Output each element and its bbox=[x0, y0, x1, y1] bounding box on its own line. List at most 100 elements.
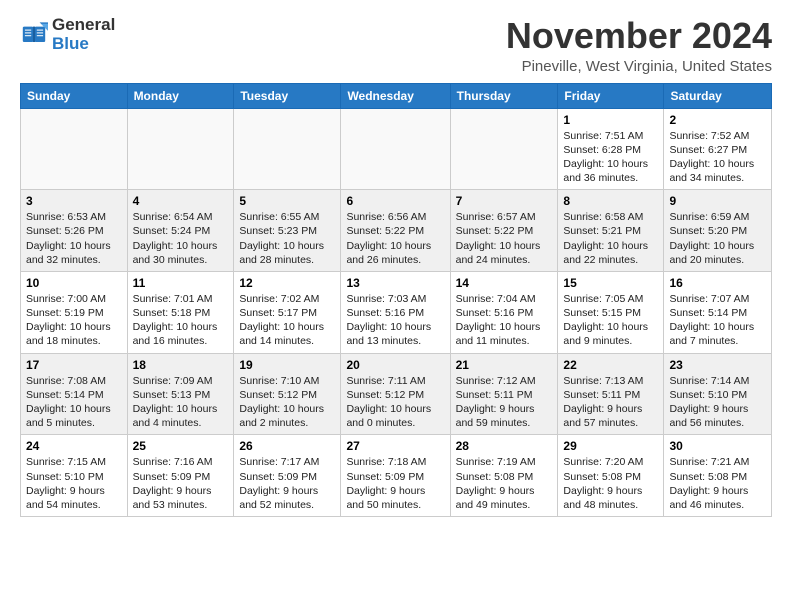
day-number: 16 bbox=[669, 276, 766, 290]
day-number: 5 bbox=[239, 194, 335, 208]
day-info: Sunrise: 7:19 AM Sunset: 5:08 PM Dayligh… bbox=[456, 455, 553, 512]
day-number: 3 bbox=[26, 194, 122, 208]
day-number: 13 bbox=[346, 276, 444, 290]
day-info: Sunrise: 7:14 AM Sunset: 5:10 PM Dayligh… bbox=[669, 374, 766, 431]
day-number: 12 bbox=[239, 276, 335, 290]
logo: General Blue bbox=[20, 16, 115, 53]
day-number: 17 bbox=[26, 358, 122, 372]
day-number: 14 bbox=[456, 276, 553, 290]
day-number: 24 bbox=[26, 439, 122, 453]
calendar-body: 1Sunrise: 7:51 AM Sunset: 6:28 PM Daylig… bbox=[21, 108, 772, 516]
day-info: Sunrise: 7:09 AM Sunset: 5:13 PM Dayligh… bbox=[133, 374, 229, 431]
weekday-header-row: SundayMondayTuesdayWednesdayThursdayFrid… bbox=[21, 83, 772, 108]
weekday-header-cell: Friday bbox=[558, 83, 664, 108]
calendar-day-cell: 30Sunrise: 7:21 AM Sunset: 5:08 PM Dayli… bbox=[664, 435, 772, 517]
weekday-header-cell: Saturday bbox=[664, 83, 772, 108]
day-info: Sunrise: 7:07 AM Sunset: 5:14 PM Dayligh… bbox=[669, 292, 766, 349]
day-number: 22 bbox=[563, 358, 658, 372]
calendar-day-cell: 4 Sunrise: 6:54 AM Sunset: 5:24 PM Daylig… bbox=[127, 190, 234, 272]
day-number: 11 bbox=[133, 276, 229, 290]
day-info: Sunrise: 7:20 AM Sunset: 5:08 PM Dayligh… bbox=[563, 455, 658, 512]
day-number: 19 bbox=[239, 358, 335, 372]
day-info: Sunrise: 6:58 AM Sunset: 5:21 PM Dayligh… bbox=[563, 210, 658, 267]
day-number: 27 bbox=[346, 439, 444, 453]
calendar-week-row: 1Sunrise: 7:51 AM Sunset: 6:28 PM Daylig… bbox=[21, 108, 772, 190]
day-info: Sunrise: 7:01 AM Sunset: 5:18 PM Dayligh… bbox=[133, 292, 229, 349]
calendar-day-cell: 22 Sunrise: 7:13 AM Sunset: 5:11 PM Dayli… bbox=[558, 353, 664, 435]
calendar-day-cell: 29 Sunrise: 7:20 AM Sunset: 5:08 PM Dayli… bbox=[558, 435, 664, 517]
calendar-table: SundayMondayTuesdayWednesdayThursdayFrid… bbox=[20, 83, 772, 517]
calendar-week-row: 17 Sunrise: 7:08 AM Sunset: 5:14 PM Dayli… bbox=[21, 353, 772, 435]
day-number: 20 bbox=[346, 358, 444, 372]
day-info: Sunrise: 7:05 AM Sunset: 5:15 PM Dayligh… bbox=[563, 292, 658, 349]
day-number: 9 bbox=[669, 194, 766, 208]
day-info: Sunrise: 7:04 AM Sunset: 5:16 PM Dayligh… bbox=[456, 292, 553, 349]
weekday-header-cell: Monday bbox=[127, 83, 234, 108]
weekday-header-cell: Tuesday bbox=[234, 83, 341, 108]
day-info: Sunrise: 6:53 AM Sunset: 5:26 PM Dayligh… bbox=[26, 210, 122, 267]
calendar-day-cell: 14 Sunrise: 7:04 AM Sunset: 5:16 PM Dayli… bbox=[450, 271, 558, 353]
calendar-week-row: 10 Sunrise: 7:00 AM Sunset: 5:19 PM Dayli… bbox=[21, 271, 772, 353]
day-number: 4 bbox=[133, 194, 229, 208]
day-info: Sunrise: 6:59 AM Sunset: 5:20 PM Dayligh… bbox=[669, 210, 766, 267]
day-number: 29 bbox=[563, 439, 658, 453]
calendar-day-cell: 18Sunrise: 7:09 AM Sunset: 5:13 PM Dayli… bbox=[127, 353, 234, 435]
calendar-day-cell: 19Sunrise: 7:10 AM Sunset: 5:12 PM Dayli… bbox=[234, 353, 341, 435]
location-subtitle: Pineville, West Virginia, United States bbox=[506, 58, 772, 75]
day-number: 23 bbox=[669, 358, 766, 372]
day-info: Sunrise: 7:00 AM Sunset: 5:19 PM Dayligh… bbox=[26, 292, 122, 349]
day-info: Sunrise: 7:16 AM Sunset: 5:09 PM Dayligh… bbox=[133, 455, 229, 512]
day-info: Sunrise: 7:18 AM Sunset: 5:09 PM Dayligh… bbox=[346, 455, 444, 512]
day-number: 1 bbox=[563, 113, 658, 127]
weekday-header-cell: Wednesday bbox=[341, 83, 450, 108]
day-number: 2 bbox=[669, 113, 766, 127]
day-number: 10 bbox=[26, 276, 122, 290]
calendar-day-cell: 27 Sunrise: 7:18 AM Sunset: 5:09 PM Dayli… bbox=[341, 435, 450, 517]
day-info: Sunrise: 6:54 AM Sunset: 5:24 PM Dayligh… bbox=[133, 210, 229, 267]
calendar-week-row: 24 Sunrise: 7:15 AM Sunset: 5:10 PM Dayli… bbox=[21, 435, 772, 517]
logo-icon bbox=[20, 21, 48, 49]
day-info: Sunrise: 7:52 AM Sunset: 6:27 PM Dayligh… bbox=[669, 129, 766, 186]
calendar-day-cell: 6Sunrise: 6:56 AM Sunset: 5:22 PM Daylig… bbox=[341, 190, 450, 272]
day-info: Sunrise: 7:02 AM Sunset: 5:17 PM Dayligh… bbox=[239, 292, 335, 349]
calendar-day-cell: 28 Sunrise: 7:19 AM Sunset: 5:08 PM Dayli… bbox=[450, 435, 558, 517]
calendar-day-cell bbox=[341, 108, 450, 190]
day-number: 8 bbox=[563, 194, 658, 208]
calendar-day-cell: 23 Sunrise: 7:14 AM Sunset: 5:10 PM Dayli… bbox=[664, 353, 772, 435]
calendar-day-cell: 8 Sunrise: 6:58 AM Sunset: 5:21 PM Daylig… bbox=[558, 190, 664, 272]
day-number: 28 bbox=[456, 439, 553, 453]
calendar-day-cell: 25 Sunrise: 7:16 AM Sunset: 5:09 PM Dayli… bbox=[127, 435, 234, 517]
calendar-day-cell: 2 Sunrise: 7:52 AM Sunset: 6:27 PM Daylig… bbox=[664, 108, 772, 190]
calendar-day-cell bbox=[234, 108, 341, 190]
day-number: 21 bbox=[456, 358, 553, 372]
calendar-day-cell: 13Sunrise: 7:03 AM Sunset: 5:16 PM Dayli… bbox=[341, 271, 450, 353]
calendar-day-cell: 3 Sunrise: 6:53 AM Sunset: 5:26 PM Daylig… bbox=[21, 190, 128, 272]
calendar-day-cell: 11 Sunrise: 7:01 AM Sunset: 5:18 PM Dayli… bbox=[127, 271, 234, 353]
weekday-header-cell: Thursday bbox=[450, 83, 558, 108]
calendar-day-cell bbox=[127, 108, 234, 190]
calendar-day-cell: 7Sunrise: 6:57 AM Sunset: 5:22 PM Daylig… bbox=[450, 190, 558, 272]
header: General Blue November 2024 Pineville, We… bbox=[20, 16, 772, 75]
calendar-day-cell: 21Sunrise: 7:12 AM Sunset: 5:11 PM Dayli… bbox=[450, 353, 558, 435]
calendar-day-cell: 20 Sunrise: 7:11 AM Sunset: 5:12 PM Dayli… bbox=[341, 353, 450, 435]
day-info: Sunrise: 7:13 AM Sunset: 5:11 PM Dayligh… bbox=[563, 374, 658, 431]
day-number: 25 bbox=[133, 439, 229, 453]
calendar-day-cell: 10 Sunrise: 7:00 AM Sunset: 5:19 PM Dayli… bbox=[21, 271, 128, 353]
day-number: 26 bbox=[239, 439, 335, 453]
day-info: Sunrise: 7:21 AM Sunset: 5:08 PM Dayligh… bbox=[669, 455, 766, 512]
day-number: 15 bbox=[563, 276, 658, 290]
day-number: 6 bbox=[346, 194, 444, 208]
calendar-day-cell: 1Sunrise: 7:51 AM Sunset: 6:28 PM Daylig… bbox=[558, 108, 664, 190]
day-info: Sunrise: 7:08 AM Sunset: 5:14 PM Dayligh… bbox=[26, 374, 122, 431]
day-info: Sunrise: 7:17 AM Sunset: 5:09 PM Dayligh… bbox=[239, 455, 335, 512]
day-info: Sunrise: 7:11 AM Sunset: 5:12 PM Dayligh… bbox=[346, 374, 444, 431]
calendar-day-cell bbox=[21, 108, 128, 190]
calendar-day-cell: 15 Sunrise: 7:05 AM Sunset: 5:15 PM Dayli… bbox=[558, 271, 664, 353]
day-info: Sunrise: 6:55 AM Sunset: 5:23 PM Dayligh… bbox=[239, 210, 335, 267]
calendar-day-cell: 16 Sunrise: 7:07 AM Sunset: 5:14 PM Dayli… bbox=[664, 271, 772, 353]
title-block: November 2024 Pineville, West Virginia, … bbox=[506, 16, 772, 75]
page: General Blue November 2024 Pineville, We… bbox=[0, 0, 792, 529]
day-info: Sunrise: 7:15 AM Sunset: 5:10 PM Dayligh… bbox=[26, 455, 122, 512]
weekday-header-cell: Sunday bbox=[21, 83, 128, 108]
calendar-day-cell: 24 Sunrise: 7:15 AM Sunset: 5:10 PM Dayli… bbox=[21, 435, 128, 517]
